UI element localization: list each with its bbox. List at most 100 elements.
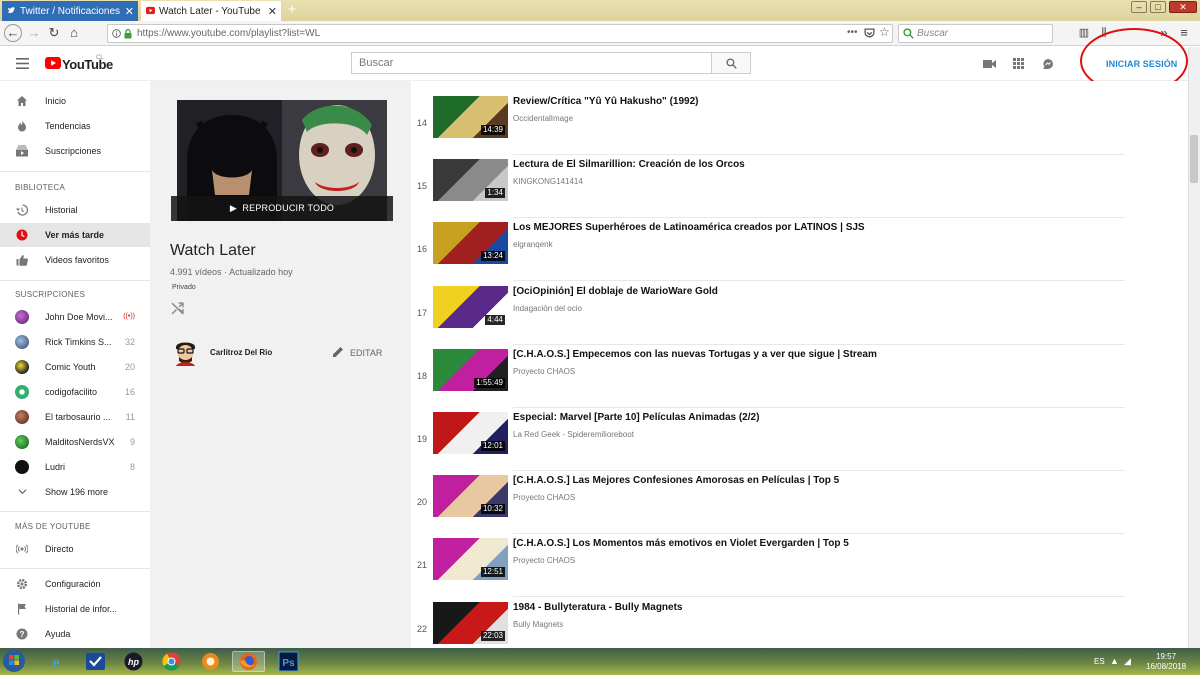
upload-video-icon[interactable] [983,59,996,69]
taskbar-firefox[interactable] [232,651,265,672]
sidebar-item-inicio[interactable]: Inicio [0,89,150,113]
sidebar-sub-codigofacilito[interactable]: codigofacilito 16 [0,380,150,404]
search-button[interactable] [711,52,751,74]
reload-icon[interactable]: ↻ [46,25,62,41]
taskbar-hp[interactable]: hp [117,651,150,672]
video-channel[interactable]: Bully Magnets [513,620,563,629]
hamburger-menu-icon[interactable] [16,58,29,69]
video-title[interactable]: Lectura de El Silmarillion: Creación de … [513,159,745,170]
close-window-button[interactable]: ✕ [1169,1,1197,13]
bookmark-star-icon[interactable]: ☆ [879,25,890,39]
messages-icon[interactable] [1042,58,1054,70]
video-row[interactable]: 20 10:32 [C.H.A.O.S.] Las Mejores Confesio… [411,471,1125,535]
taskbar-orange-app[interactable] [194,651,227,672]
sidebar-sub-malditosnerdsvx[interactable]: MalditosNerdsVX 9 [0,430,150,454]
edit-button[interactable]: EDITAR [333,346,382,358]
sidebar-sub-el-tarbosaurio[interactable]: El tarbosaurio ... 11 [0,405,150,429]
system-clock[interactable]: 19:57 16/08/2018 [1146,652,1186,672]
sidebar-sub-rick-timkins[interactable]: Rick Timkins S... 32 [0,330,150,354]
sidebar-sub-john-doe[interactable]: John Doe Movi... ((•)) [0,305,150,329]
start-button[interactable] [2,649,32,672]
video-thumbnail[interactable]: 1:34 [433,159,508,202]
taskbar-photoshop[interactable]: Ps [272,651,305,672]
video-channel[interactable]: Proyecto CHAOS [513,367,575,376]
sidebar-item-historial[interactable]: Historial [0,198,150,222]
video-row[interactable]: 15 1:34 Lectura de El Silmarillion: Creaci… [411,155,1125,219]
sidebar-sub-comic-youth[interactable]: Comic Youth 20 [0,355,150,379]
youtube-logo-icon[interactable] [45,57,61,69]
maximize-button[interactable]: □ [1150,1,1166,13]
youtube-logo-text[interactable]: YouTube [62,57,113,72]
sidebar-item-configuracion[interactable]: Configuración [0,572,150,596]
video-channel[interactable]: La Red Geek - Spideremilioreboot [513,430,634,439]
video-row[interactable]: 19 12:01 Especial: Marvel [Parte 10] Pelíc… [411,408,1125,471]
video-thumbnail[interactable]: 14:39 [433,96,508,138]
reader-view-icon[interactable]: ▥ [1076,25,1092,41]
browser-search-field[interactable]: Buscar [898,24,1053,43]
video-channel[interactable]: OccidentalImage [513,114,573,123]
video-channel[interactable]: elgranqenk [513,240,553,249]
minimize-button[interactable]: – [1131,1,1147,13]
shuffle-icon[interactable] [171,302,184,315]
home-icon[interactable]: ⌂ [66,25,82,41]
tab-watch-later[interactable]: Watch Later - YouTube ✕ [141,1,281,21]
video-title[interactable]: [C.H.A.O.S.] Empecemos con las nuevas To… [513,349,877,360]
sidebar-item-videos-favoritos[interactable]: Videos favoritos [0,248,150,272]
sidebar-item-suscripciones[interactable]: Suscripciones [0,139,150,163]
sidebar-sub-ludri[interactable]: Ludri 8 [0,455,150,479]
video-row[interactable]: 18 1:55:49 [C.H.A.O.S.] Empecemos con las … [411,345,1125,408]
close-tab-icon[interactable]: ✕ [125,5,134,18]
close-tab-icon[interactable]: ✕ [268,5,277,18]
video-channel[interactable]: Proyecto CHAOS [513,556,575,565]
video-thumbnail[interactable]: 13:24 [433,222,508,265]
scrollbar-thumb[interactable] [1190,135,1198,183]
video-title[interactable]: [C.H.A.O.S.] Las Mejores Confesiones Amo… [513,475,839,486]
taskbar-internet-explorer[interactable]: e [40,651,73,672]
sidebar-item-directo[interactable]: Directo [0,537,150,561]
video-title[interactable]: [OciOpinión] El doblaje de WarioWare Gol… [513,286,718,297]
new-tab-button[interactable]: + [284,1,300,19]
browser-search-placeholder: Buscar [917,28,949,39]
video-thumbnail[interactable]: 1:55:49 [433,348,508,391]
address-bar[interactable]: https://www.youtube.com/playlist?list=WL… [107,24,893,43]
video-row[interactable]: 21 12:51 [C.H.A.O.S.] Los Momentos más emo… [411,534,1125,598]
video-thumbnail[interactable]: 22:03 [433,601,508,644]
language-indicator[interactable]: ES [1094,657,1105,666]
menu-icon[interactable]: ≡ [1176,25,1192,41]
taskbar-chrome[interactable] [155,651,188,672]
video-thumbnail[interactable]: 4:44 [433,285,508,328]
owner-avatar[interactable] [172,338,199,366]
pocket-icon[interactable] [864,28,875,39]
forward-arrow-icon[interactable]: → [26,25,42,41]
apps-grid-icon[interactable] [1013,58,1024,69]
video-row[interactable]: 17 4:44 [OciOpinión] El doblaje de WarioWa… [411,282,1125,345]
owner-name[interactable]: Carlitroz Del Rio [210,348,272,357]
video-thumbnail[interactable]: 12:01 [433,412,508,454]
search-input[interactable]: Buscar [351,52,712,74]
sidebar-item-tendencias[interactable]: Tendencias [0,114,150,138]
video-channel[interactable]: KINGKONG141414 [513,177,583,186]
info-icon[interactable] [112,29,121,38]
video-row[interactable]: 14 14:39 Review/Crítica "Yû Yû Hakusho" (1… [411,92,1125,155]
video-title[interactable]: Review/Crítica "Yû Yû Hakusho" (1992) [513,96,698,107]
back-arrow-icon[interactable]: ← [4,24,22,42]
network-icon[interactable]: ◢ [1124,656,1131,667]
tab-twitter[interactable]: Twitter / Notificaciones ✕ [2,1,138,21]
video-title[interactable]: 1984 - Bullyteratura - Bully Magnets [513,602,683,613]
play-all-button[interactable]: ▶ REPRODUCIR TODO [171,196,393,221]
video-row[interactable]: 16 13:24 Los MEJORES Superhéroes de Latino… [411,218,1125,282]
sidebar-item-historial-informes[interactable]: Historial de infor... [0,597,150,621]
tray-expand-icon[interactable]: ▲ [1110,656,1119,666]
video-thumbnail[interactable]: 10:32 [433,475,508,518]
video-title[interactable]: [C.H.A.O.S.] Los Momentos más emotivos e… [513,538,849,549]
video-channel[interactable]: Proyecto CHAOS [513,493,575,502]
sidebar-item-ver-mas-tarde[interactable]: Ver más tarde [0,223,150,247]
video-title[interactable]: Especial: Marvel [Parte 10] Películas An… [513,412,759,423]
sidebar-show-more[interactable]: Show 196 more [0,480,150,504]
sidebar-item-ayuda[interactable]: ? Ayuda [0,622,150,646]
page-actions-icon[interactable]: ••• [847,27,858,38]
taskbar-outlook[interactable] [79,651,112,672]
video-channel[interactable]: Indagación del ocio [513,304,582,313]
video-thumbnail[interactable]: 12:51 [433,538,508,581]
video-title[interactable]: Los MEJORES Superhéroes de Latinoamérica… [513,222,865,233]
